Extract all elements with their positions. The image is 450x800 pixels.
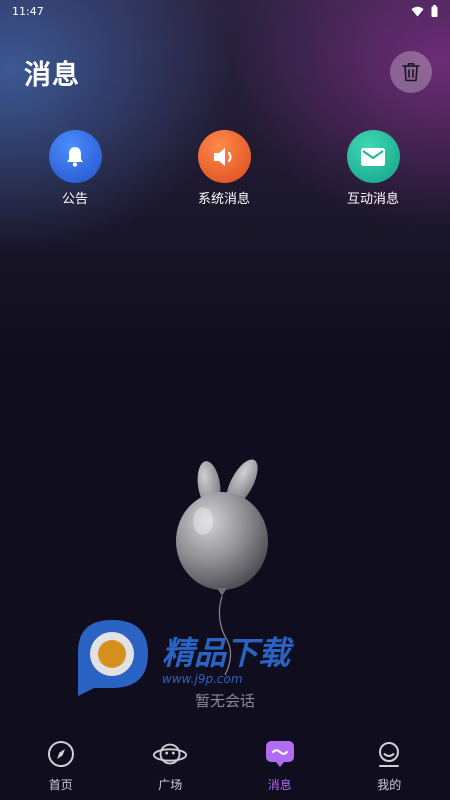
status-time: 11:47 bbox=[12, 4, 44, 18]
category-label: 互动消息 bbox=[346, 192, 399, 207]
bell-icon bbox=[67, 146, 83, 167]
profile-icon bbox=[379, 742, 400, 767]
tab-label: 消息 bbox=[267, 778, 292, 792]
empty-state-text: 暂无会话 bbox=[194, 692, 255, 710]
wifi-icon bbox=[411, 6, 424, 16]
status-icons bbox=[411, 5, 438, 17]
chat-bubble-icon bbox=[265, 741, 294, 767]
page-header: 消息 bbox=[24, 46, 432, 98]
compass-icon bbox=[47, 741, 74, 767]
battery-icon bbox=[431, 5, 438, 17]
mail-icon bbox=[361, 147, 385, 166]
tab-icon-wrapper bbox=[371, 736, 407, 772]
page-title: 消息 bbox=[24, 59, 80, 91]
category-announcement[interactable]: 公告 bbox=[22, 130, 128, 207]
tab-icon-wrapper bbox=[43, 736, 79, 772]
category-label: 系统消息 bbox=[197, 192, 250, 207]
watermark-brand: 精品下载 bbox=[162, 634, 295, 672]
tab-label: 广场 bbox=[158, 778, 183, 792]
speaker-icon bbox=[214, 147, 232, 166]
planet-icon bbox=[153, 743, 188, 765]
watermark-url: www.j9p.com bbox=[162, 672, 243, 686]
category-circle bbox=[197, 130, 251, 183]
bottom-tab-bar: 首页 广场 消息 我的 bbox=[0, 736, 450, 800]
category-circle bbox=[48, 130, 102, 183]
tab-home[interactable]: 首页 bbox=[11, 736, 111, 793]
category-interaction-message[interactable]: 互动消息 bbox=[320, 130, 426, 207]
tab-square[interactable]: 广场 bbox=[120, 736, 220, 793]
category-system-message[interactable]: 系统消息 bbox=[171, 130, 277, 207]
tab-mine[interactable]: 我的 bbox=[339, 736, 439, 793]
clear-messages-button[interactable] bbox=[390, 51, 432, 93]
message-categories: 公告 系统消息 互动消息 bbox=[0, 130, 450, 207]
category-label: 公告 bbox=[61, 192, 88, 207]
tab-label: 我的 bbox=[377, 778, 402, 792]
category-circle bbox=[346, 130, 400, 183]
tab-icon-wrapper bbox=[262, 736, 298, 772]
tab-icon-wrapper bbox=[152, 736, 188, 772]
status-bar: 11:47 bbox=[0, 0, 450, 22]
tab-label: 首页 bbox=[48, 778, 73, 792]
trash-icon bbox=[402, 63, 420, 82]
tab-messages[interactable]: 消息 bbox=[230, 736, 330, 793]
